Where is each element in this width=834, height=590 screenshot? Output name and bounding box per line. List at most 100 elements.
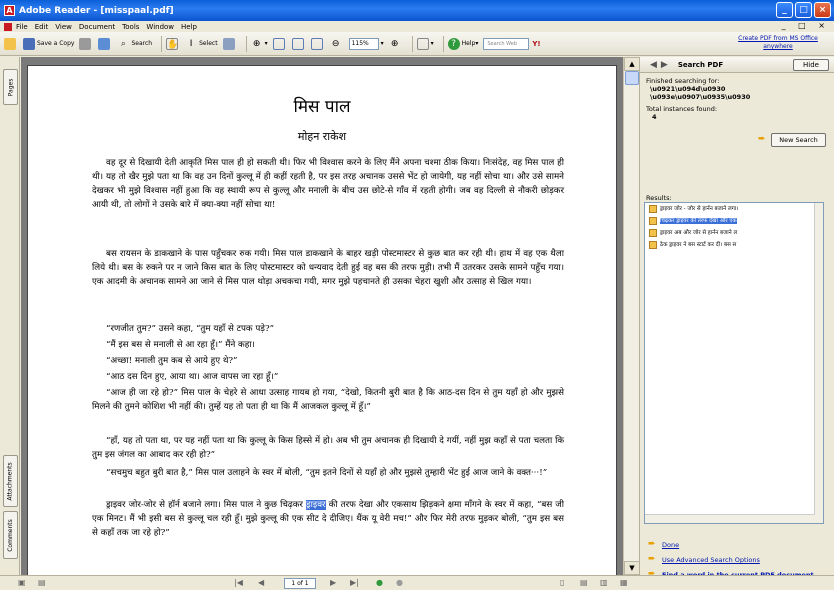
hide-button[interactable]: Hide xyxy=(793,59,829,71)
hand-icon: ✋ xyxy=(166,37,179,50)
results-horizontal-scrollbar[interactable] xyxy=(645,514,815,523)
list-item[interactable]: ठेक ड्राइवर ने बस स्टार्ट कर दी। बस स xyxy=(645,239,823,251)
menu-help[interactable]: Help xyxy=(181,23,197,31)
print-button[interactable] xyxy=(79,36,93,52)
total-instances-label: Total instances found: xyxy=(646,105,718,113)
hand-tool-button[interactable]: ✋ xyxy=(166,36,180,52)
zoom-in-button[interactable]: ⊕ xyxy=(389,36,403,52)
document-result-icon xyxy=(649,204,657,213)
maximize-button[interactable]: □ xyxy=(795,2,812,18)
scroll-thumb[interactable] xyxy=(625,71,639,85)
page-layout-icon[interactable]: ▣ xyxy=(18,578,26,587)
paragraph: वह दूर से दिखायी देती आकृति मिस पाल ही ह… xyxy=(92,158,564,210)
menu-tools[interactable]: Tools xyxy=(122,23,139,31)
create-pdf-link[interactable]: Create PDF from MS Office anywhere xyxy=(728,35,828,51)
facing-icon[interactable]: ▥ xyxy=(600,578,608,587)
total-instances-count: 4 xyxy=(652,113,657,121)
scroll-up-button[interactable]: ▲ xyxy=(624,57,640,71)
minus-circle-icon: ⊖ xyxy=(331,38,340,49)
toolbar-separator xyxy=(245,35,247,52)
document-window-controls[interactable]: _ □ × xyxy=(782,21,830,30)
zoom-level-field[interactable]: 115% xyxy=(348,37,379,50)
single-page-icon[interactable]: ▯ xyxy=(560,578,564,587)
save-copy-button[interactable]: Save a Copy xyxy=(23,36,74,52)
navigation-tabs: Pages Attachments Comments xyxy=(0,57,20,575)
help-button[interactable]: ? Help ▾ xyxy=(447,36,478,52)
open-button[interactable] xyxy=(4,36,18,52)
next-view-icon[interactable]: ● xyxy=(396,578,403,587)
done-link[interactable]: Done xyxy=(662,541,679,549)
paragraph: “मैं इस बस से मनाली से आ रहा हूँ।” मैंने… xyxy=(106,340,255,350)
menu-file[interactable]: File xyxy=(16,23,28,31)
search-panel-header: ◀ ▶ Search PDF Hide xyxy=(640,57,834,73)
menu-document[interactable]: Document xyxy=(79,23,115,31)
select-tool-button[interactable]: I Select xyxy=(185,36,218,52)
paragraph: बस रायसन के डाकखाने के पास पहुँचकर रुक ग… xyxy=(92,249,564,287)
back-arrow-icon[interactable]: ◀ xyxy=(650,60,657,70)
folder-open-icon xyxy=(4,37,16,50)
list-item[interactable]: चिढ़कर ड्राइवर की तरफ देखा और एक xyxy=(645,215,823,227)
zoom-in-tool-button[interactable]: ⊕ ▾ xyxy=(251,36,268,52)
search-web-field[interactable]: Search Web xyxy=(483,37,530,50)
email-button[interactable] xyxy=(98,36,112,52)
first-page-icon[interactable]: |◀ xyxy=(234,578,243,587)
next-page-icon[interactable]: ▶ xyxy=(330,578,336,587)
search-query-line1: \u0921\u094d\u0930 xyxy=(650,85,726,93)
list-item[interactable]: ड्राइवर जोर - जोर से हार्नन बजाने लगा। xyxy=(645,203,823,215)
scroll-down-button[interactable]: ▼ xyxy=(624,561,640,575)
paragraph: “हाँ, यह तो पता था, पर यह नहीं पता था कि… xyxy=(92,436,564,460)
document-icon xyxy=(4,22,12,31)
fit-page-button[interactable] xyxy=(291,36,306,52)
paragraph: “अच्छा! मनाली तुम कब से आये हुए थे?” xyxy=(106,356,238,366)
actual-size-button[interactable] xyxy=(272,36,287,52)
email-icon xyxy=(98,37,111,50)
continuous-facing-icon[interactable]: ▦ xyxy=(620,578,628,587)
continuous-icon[interactable]: ▤ xyxy=(580,578,588,587)
rotate-page-icon xyxy=(416,37,429,50)
finished-searching-label: Finished searching for: xyxy=(646,77,720,85)
search-label: Search xyxy=(131,40,153,47)
menu-edit[interactable]: Edit xyxy=(35,23,49,31)
document-info-icon[interactable]: ▤ xyxy=(38,578,46,587)
last-page-icon[interactable]: ▶| xyxy=(350,578,359,587)
zoom-dropdown-button[interactable]: ▾ xyxy=(381,36,384,52)
paragraph: “रणजीत तुम?” उसने कहा, “तुम यहाँ से टपक … xyxy=(106,324,275,334)
search-query-line2: \u093e\u0907\u0935\u0930 xyxy=(650,93,751,101)
adobe-reader-app-icon: A xyxy=(4,5,15,16)
menu-window[interactable]: Window xyxy=(146,23,174,31)
printer-icon xyxy=(79,37,92,50)
forward-arrow-icon[interactable]: ▶ xyxy=(661,60,668,70)
tab-attachments[interactable]: Attachments xyxy=(3,455,18,507)
tab-comments[interactable]: Comments xyxy=(3,511,18,559)
tab-attachments-label: Attachments xyxy=(7,461,14,501)
rotate-button[interactable]: ▾ xyxy=(416,36,434,52)
menu-view[interactable]: View xyxy=(55,23,72,31)
document-author: मोहन राकेश xyxy=(297,130,347,143)
close-button[interactable]: × xyxy=(814,2,831,18)
fit-width-button[interactable] xyxy=(310,36,325,52)
search-button[interactable]: ⌕ Search xyxy=(117,36,152,52)
snapshot-button[interactable] xyxy=(222,36,237,52)
previous-view-icon[interactable]: ● xyxy=(376,578,383,587)
toolbar-separator xyxy=(161,35,163,52)
new-search-button[interactable]: New Search xyxy=(771,133,826,147)
list-item[interactable]: ड्राइवर अब और जोर से हार्नन बजाने ल xyxy=(645,227,823,239)
advanced-search-link[interactable]: Use Advanced Search Options xyxy=(662,556,760,564)
previous-page-icon[interactable]: ◀ xyxy=(258,578,264,587)
zoom-out-button[interactable]: ⊖ xyxy=(330,36,344,52)
fit-page-icon xyxy=(291,37,304,50)
document-view[interactable]: मिस पाल मोहन राकेश वह दूर से दिखायी देती… xyxy=(21,57,623,575)
page-number-field[interactable]: 1 of 1 xyxy=(284,578,316,589)
tab-pages-label: Pages xyxy=(7,78,14,96)
paragraph: ड्राइवर जोर-जोर से हॉर्न बजाने लगा। मिस … xyxy=(92,498,564,540)
results-vertical-scrollbar[interactable] xyxy=(814,203,823,523)
window-title: Adobe Reader - [misspaal.pdf] xyxy=(19,5,174,16)
tab-pages[interactable]: Pages xyxy=(3,69,18,105)
document-result-icon xyxy=(649,240,657,249)
document-scrollbar[interactable]: ▲ ▼ xyxy=(623,57,640,575)
document-result-icon xyxy=(649,216,657,225)
yahoo-button[interactable]: Y! xyxy=(532,36,540,52)
title-bar: A Adobe Reader - [misspaal.pdf] _ □ × xyxy=(0,0,834,21)
minimize-button[interactable]: _ xyxy=(776,2,793,18)
results-list[interactable]: ड्राइवर जोर - जोर से हार्नन बजाने लगा। च… xyxy=(644,202,824,524)
